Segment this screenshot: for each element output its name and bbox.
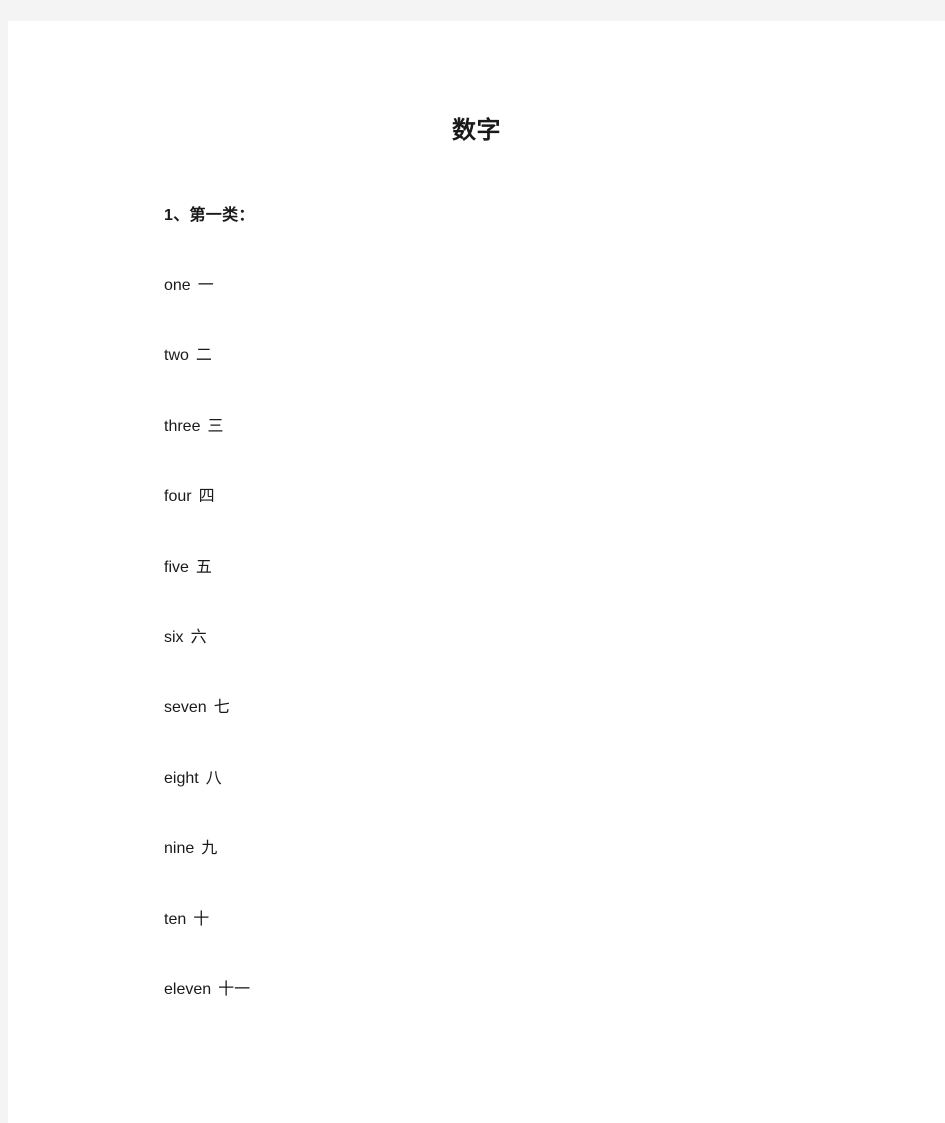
term-english: two bbox=[164, 347, 189, 365]
term-english: seven bbox=[164, 699, 207, 717]
list-item: one 一 bbox=[164, 273, 764, 343]
document-page: 数字 1、第一类： one 一 two 二 three 三 four 四 five 五 bbox=[8, 21, 945, 1123]
term-english: one bbox=[164, 277, 191, 294]
term-chinese: 九 bbox=[201, 838, 218, 858]
list-item: five 五 bbox=[164, 555, 764, 625]
term-chinese: 十一 bbox=[218, 978, 251, 998]
list-item: eleven 十一 bbox=[164, 977, 764, 1047]
list-item: nine 九 bbox=[164, 836, 764, 906]
term-chinese: 三 bbox=[207, 415, 224, 435]
term-chinese: 十 bbox=[193, 908, 210, 928]
term-english: eleven bbox=[164, 980, 212, 998]
document-viewport: 数字 1、第一类： one 一 two 二 three 三 four 四 five 五 bbox=[0, 0, 945, 1123]
term-english: four bbox=[164, 488, 192, 506]
term-chinese: 四 bbox=[198, 486, 215, 506]
list-item: four 四 bbox=[164, 484, 764, 554]
term-chinese: 六 bbox=[190, 626, 207, 646]
list-item: seven 七 bbox=[164, 695, 764, 765]
term-english: three bbox=[164, 417, 201, 435]
term-english: nine bbox=[164, 840, 195, 858]
page-content-area: 数字 1、第一类： one 一 two 二 three 三 four 四 five 五 bbox=[8, 21, 945, 1123]
page-title: 数字 bbox=[8, 114, 945, 148]
term-english: five bbox=[164, 558, 189, 576]
list-item: ten 十 bbox=[164, 907, 764, 977]
term-english: eight bbox=[164, 769, 199, 787]
term-english: ten bbox=[164, 910, 187, 928]
list-item: eight 八 bbox=[164, 766, 764, 836]
page-title-text: 数字 bbox=[452, 117, 501, 144]
list-item: six 六 bbox=[164, 625, 764, 695]
term-chinese: 七 bbox=[213, 697, 230, 717]
list-item: three 三 bbox=[164, 414, 764, 484]
term-chinese: 五 bbox=[195, 556, 212, 576]
list-item: two 二 bbox=[164, 343, 764, 413]
term-chinese: 一 bbox=[197, 275, 214, 294]
section-heading-1: 1、第一类： bbox=[164, 207, 255, 224]
term-chinese: 二 bbox=[195, 345, 212, 365]
term-english: six bbox=[164, 628, 184, 646]
term-chinese: 八 bbox=[205, 767, 222, 787]
vocabulary-list: one 一 two 二 three 三 four 四 five 五 six 六 bbox=[164, 273, 764, 1047]
